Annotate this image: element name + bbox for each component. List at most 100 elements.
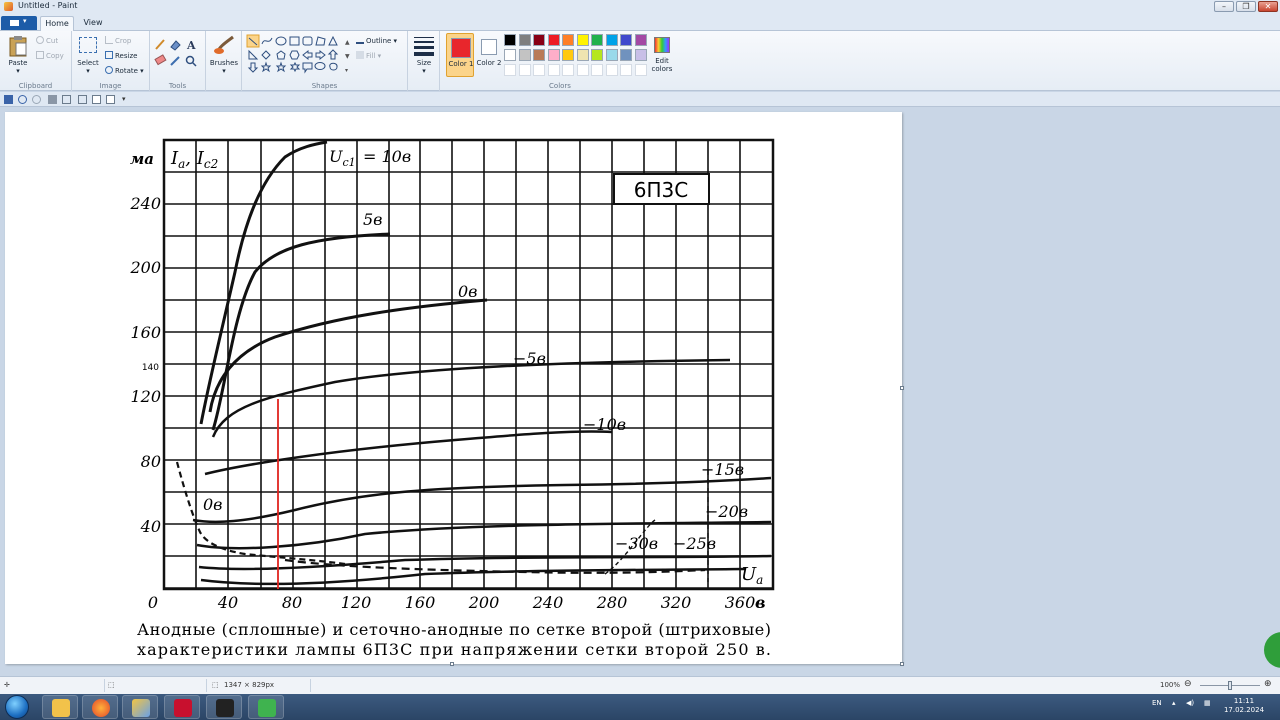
- palette-swatch[interactable]: [533, 34, 545, 46]
- tab-view[interactable]: View: [78, 16, 108, 31]
- fill-bucket-icon[interactable]: [170, 40, 181, 51]
- palette-swatch[interactable]: [504, 49, 516, 61]
- curve-shape-icon[interactable]: [261, 37, 273, 45]
- eraser-icon[interactable]: [154, 54, 167, 66]
- pentagon-shape-icon[interactable]: [276, 50, 286, 60]
- four-point-star-icon[interactable]: [260, 61, 272, 73]
- text-icon[interactable]: A: [186, 39, 196, 52]
- arrow-left-shape-icon[interactable]: [315, 49, 326, 61]
- color1-button[interactable]: Color 1: [446, 33, 474, 77]
- oval-shape-icon[interactable]: [275, 36, 287, 46]
- copy-button[interactable]: Copy: [36, 51, 64, 60]
- palette-swatch[interactable]: [634, 49, 647, 61]
- palette-swatch[interactable]: [562, 64, 574, 76]
- brushes-button[interactable]: Brushes ▾: [208, 35, 240, 77]
- work-area[interactable]: 240 200 160 140 120 80 40 0 40 80 120 160 200 240 280…: [0, 108, 1280, 676]
- volume-icon[interactable]: ◀): [1186, 699, 1194, 707]
- drawing-canvas[interactable]: 240 200 160 140 120 80 40 0 40 80 120 160 200 240 280…: [5, 112, 902, 664]
- cut-button[interactable]: Cut: [36, 36, 58, 45]
- taskbar-camera-app[interactable]: [206, 695, 242, 719]
- start-button[interactable]: [5, 695, 29, 719]
- palette-swatch[interactable]: [634, 64, 647, 76]
- tab-home[interactable]: Home: [40, 16, 74, 31]
- palette-swatch[interactable]: [547, 34, 560, 46]
- undo-icon[interactable]: [18, 95, 27, 104]
- network-icon[interactable]: ▦: [1204, 699, 1211, 707]
- five-point-star-icon[interactable]: [275, 61, 287, 73]
- arrow-down-shape-icon[interactable]: [247, 62, 259, 73]
- input-language[interactable]: EN: [1152, 699, 1162, 707]
- palette-swatch[interactable]: [576, 49, 589, 61]
- zoom-slider-thumb[interactable]: [1228, 681, 1232, 690]
- select-button[interactable]: Select ▾: [74, 35, 102, 77]
- magnifier-icon[interactable]: [185, 55, 197, 67]
- callout-rect-icon[interactable]: [302, 62, 313, 74]
- color2-button[interactable]: Color 2: [476, 33, 502, 77]
- palette-swatch[interactable]: [518, 34, 531, 46]
- palette-swatch[interactable]: [591, 34, 603, 46]
- close-button[interactable]: ✕: [1258, 1, 1278, 12]
- palette-swatch[interactable]: [562, 34, 574, 46]
- zoom-in-button[interactable]: ⊕: [1264, 679, 1272, 689]
- palette-swatch[interactable]: [547, 64, 560, 76]
- resize-button[interactable]: Resize: [105, 51, 137, 60]
- palette-swatch[interactable]: [605, 64, 618, 76]
- redo-icon[interactable]: [32, 95, 41, 104]
- palette-swatch[interactable]: [518, 64, 531, 76]
- rectangle-shape-icon[interactable]: [289, 36, 300, 46]
- taskbar-explorer[interactable]: [42, 695, 78, 719]
- rotate-button[interactable]: Rotate ▾: [105, 66, 144, 75]
- arrow-right-shape-icon[interactable]: [302, 49, 313, 61]
- size-button[interactable]: Size ▾: [408, 31, 440, 91]
- six-point-star-icon[interactable]: [289, 61, 301, 73]
- maximize-button[interactable]: ❐: [1236, 1, 1256, 12]
- open-icon[interactable]: [106, 95, 115, 104]
- polygon-shape-icon[interactable]: [315, 36, 326, 46]
- palette-swatch[interactable]: [591, 64, 603, 76]
- zoom-slider[interactable]: [1200, 681, 1260, 690]
- palette-swatch[interactable]: [605, 34, 618, 46]
- palette-swatch[interactable]: [533, 64, 545, 76]
- palette-swatch[interactable]: [634, 34, 647, 46]
- right-triangle-icon[interactable]: [248, 49, 259, 60]
- rounded-rectangle-icon[interactable]: [302, 36, 313, 46]
- arrow-up-shape-icon[interactable]: [327, 49, 339, 60]
- paste-button[interactable]: Paste ▾: [4, 35, 32, 77]
- save-icon[interactable]: [4, 95, 13, 104]
- palette-swatch[interactable]: [504, 34, 516, 46]
- resize-handle-corner[interactable]: [900, 662, 904, 666]
- palette-swatch[interactable]: [533, 49, 545, 61]
- palette-swatch[interactable]: [620, 49, 632, 61]
- palette-swatch[interactable]: [620, 64, 632, 76]
- palette-swatch[interactable]: [504, 64, 516, 76]
- print-preview-icon[interactable]: [62, 95, 71, 104]
- taskbar-firefox[interactable]: [82, 695, 118, 719]
- palette-swatch[interactable]: [576, 64, 589, 76]
- callout-oval-icon[interactable]: [314, 62, 326, 70]
- new-icon[interactable]: [92, 95, 101, 104]
- color-picker-icon[interactable]: [170, 56, 180, 66]
- resize-handle-right[interactable]: [900, 386, 904, 390]
- palette-swatch[interactable]: [620, 34, 632, 46]
- hexagon-shape-icon[interactable]: [289, 50, 300, 60]
- outline-dropdown[interactable]: Outline ▾: [356, 36, 397, 45]
- show-hidden-icons[interactable]: ▴: [1172, 699, 1176, 707]
- palette-swatch[interactable]: [576, 34, 589, 46]
- palette-swatch[interactable]: [562, 49, 574, 61]
- palette-swatch[interactable]: [518, 49, 531, 61]
- shapes-gallery[interactable]: ▲ ▼ ▾: [246, 34, 352, 78]
- print-icon[interactable]: [48, 95, 57, 104]
- paint-menu-button[interactable]: ▾: [1, 16, 37, 30]
- pencil-icon[interactable]: [155, 39, 165, 50]
- edit-colors-button[interactable]: Edit colors: [648, 33, 676, 77]
- minimize-button[interactable]: –: [1214, 1, 1234, 12]
- taskbar-clock[interactable]: 11:11 17.02.2024: [1220, 697, 1268, 715]
- customize-qat-icon[interactable]: ▾: [122, 95, 131, 104]
- fill-dropdown[interactable]: Fill ▾: [356, 51, 381, 60]
- zoom-out-button[interactable]: ⊖: [1184, 679, 1192, 689]
- diamond-shape-icon[interactable]: [261, 50, 271, 60]
- callout-cloud-icon[interactable]: [329, 62, 338, 71]
- palette-swatch[interactable]: [547, 49, 560, 61]
- crop-button[interactable]: Crop: [105, 36, 131, 45]
- taskbar-acrobat[interactable]: [164, 695, 200, 719]
